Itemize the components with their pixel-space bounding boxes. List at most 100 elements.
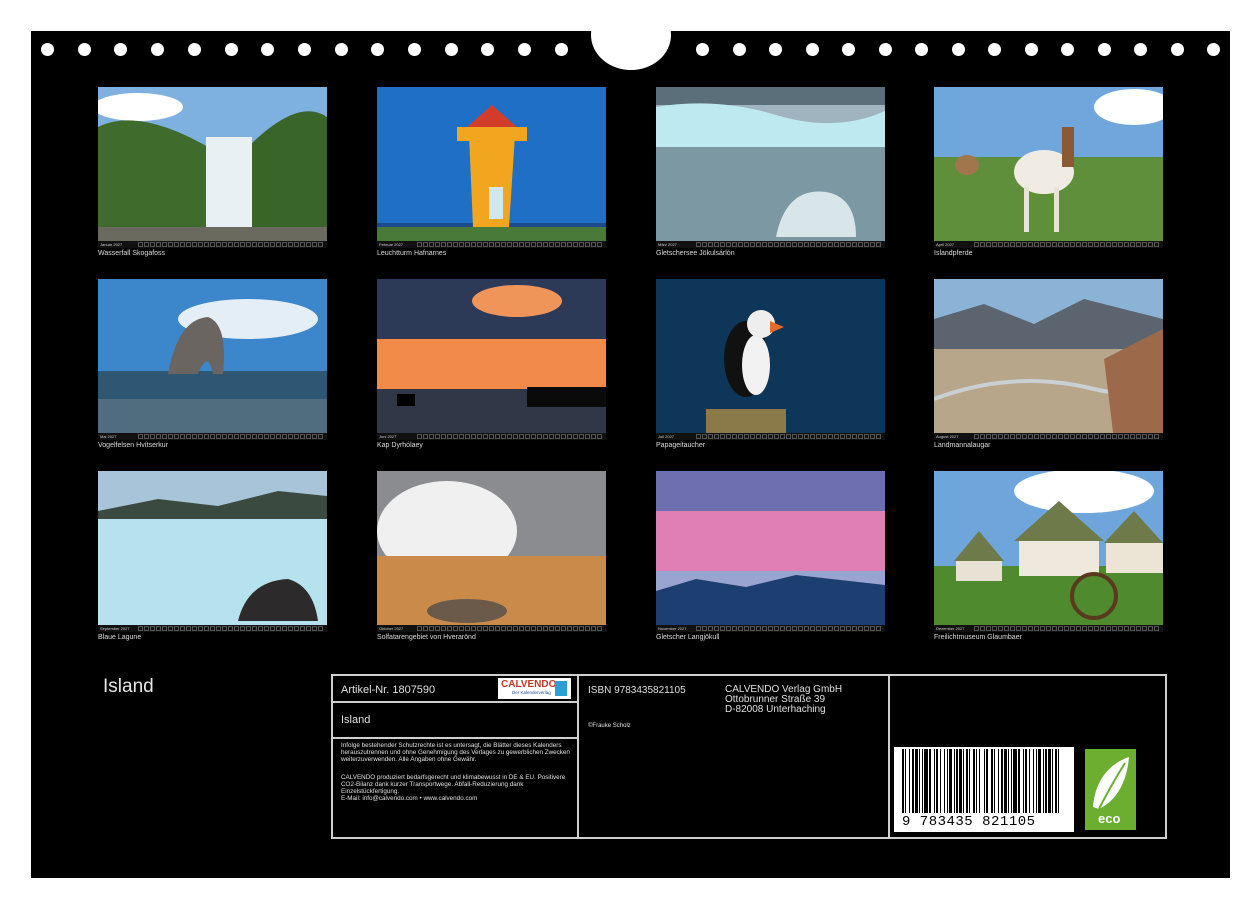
day-cell xyxy=(156,626,161,631)
day-cell xyxy=(750,242,755,247)
barcode-bar xyxy=(1004,749,1007,813)
calendar-thumbnail: Januar 2027 xyxy=(98,87,327,248)
day-cell xyxy=(471,434,476,439)
day-cell xyxy=(834,626,839,631)
day-cell xyxy=(792,242,797,247)
day-cell xyxy=(750,626,755,631)
day-cell xyxy=(816,626,821,631)
day-cell xyxy=(435,242,440,247)
binding-hole xyxy=(696,43,709,56)
day-cell xyxy=(1088,434,1093,439)
day-cell xyxy=(986,434,991,439)
day-cell xyxy=(567,242,572,247)
day-cell xyxy=(525,242,530,247)
day-cell xyxy=(234,242,239,247)
day-cell xyxy=(1142,626,1147,631)
binding-hole xyxy=(1025,43,1038,56)
day-cell xyxy=(744,626,749,631)
day-cell xyxy=(495,242,500,247)
day-cell xyxy=(714,242,719,247)
day-cell xyxy=(992,434,997,439)
day-cell xyxy=(276,434,281,439)
day-cell xyxy=(465,242,470,247)
day-cell xyxy=(537,242,542,247)
calendar-thumbnail: Juni 2027 xyxy=(377,279,606,440)
month-label: Februar 2027 xyxy=(379,242,404,247)
month-strip: September 2027 xyxy=(98,625,327,632)
binding-hole xyxy=(408,43,421,56)
day-cell xyxy=(1142,242,1147,247)
calendar-thumbnail: Juli 2027 xyxy=(656,279,885,440)
day-cell xyxy=(288,242,293,247)
photo-caption: Leuchtturm Hafnarnes xyxy=(377,250,447,257)
day-cell xyxy=(1106,626,1111,631)
day-cell xyxy=(549,434,554,439)
day-cell xyxy=(974,434,979,439)
day-cell xyxy=(828,626,833,631)
barcode-bar xyxy=(902,749,904,813)
day-cell xyxy=(834,434,839,439)
day-cell xyxy=(1046,434,1051,439)
day-cell xyxy=(1028,626,1033,631)
day-cell xyxy=(294,242,299,247)
day-cell xyxy=(453,434,458,439)
day-cell xyxy=(555,242,560,247)
publisher-line-3: D-82008 Unterhaching xyxy=(725,704,826,715)
contact-text: E-Mail: info@calvendo.com • www.calvendo… xyxy=(341,795,478,802)
day-cell xyxy=(591,626,596,631)
photo-illustration xyxy=(656,87,885,248)
day-cell xyxy=(423,434,428,439)
day-cell xyxy=(1028,242,1033,247)
photo-illustration xyxy=(656,279,885,440)
barcode-bar xyxy=(949,749,952,813)
day-cell xyxy=(1016,242,1021,247)
product-name: Island xyxy=(341,714,371,726)
day-cell xyxy=(822,434,827,439)
day-cell xyxy=(288,434,293,439)
day-cell xyxy=(447,434,452,439)
day-cell xyxy=(696,626,701,631)
day-cell xyxy=(1100,242,1105,247)
day-cell xyxy=(216,626,221,631)
day-cell xyxy=(780,434,785,439)
day-cell xyxy=(1058,626,1063,631)
day-cell xyxy=(774,242,779,247)
day-cell xyxy=(876,626,881,631)
day-cell xyxy=(840,434,845,439)
day-cell xyxy=(1142,434,1147,439)
day-cell xyxy=(1124,242,1129,247)
photo-caption: Kap Dyrhólaey xyxy=(377,442,423,449)
day-cell xyxy=(780,626,785,631)
day-cell xyxy=(756,626,761,631)
day-cell xyxy=(852,242,857,247)
day-cell xyxy=(519,434,524,439)
day-cell xyxy=(312,434,317,439)
day-cell xyxy=(525,626,530,631)
day-cell xyxy=(986,242,991,247)
day-cell xyxy=(240,626,245,631)
day-cell xyxy=(453,626,458,631)
day-cell xyxy=(1088,242,1093,247)
day-cell xyxy=(1076,626,1081,631)
day-cell xyxy=(756,242,761,247)
month-strip: Dezember 2027 xyxy=(934,625,1163,632)
day-cell xyxy=(774,626,779,631)
day-cell xyxy=(204,242,209,247)
barcode-bar xyxy=(963,749,964,813)
day-cell xyxy=(519,242,524,247)
day-cell xyxy=(216,242,221,247)
day-cell xyxy=(1034,434,1039,439)
day-cell xyxy=(441,626,446,631)
day-cell xyxy=(798,434,803,439)
day-cell xyxy=(276,626,281,631)
day-cell xyxy=(870,626,875,631)
day-cell xyxy=(1094,242,1099,247)
day-cell xyxy=(774,434,779,439)
calendar-thumbnail: April 2027 xyxy=(934,87,1163,248)
day-cell xyxy=(1100,626,1105,631)
calvendo-logo-text: CALVENDO xyxy=(501,679,557,690)
day-cell xyxy=(312,626,317,631)
day-cell xyxy=(567,434,572,439)
day-cell xyxy=(228,242,233,247)
day-cell xyxy=(1154,434,1159,439)
